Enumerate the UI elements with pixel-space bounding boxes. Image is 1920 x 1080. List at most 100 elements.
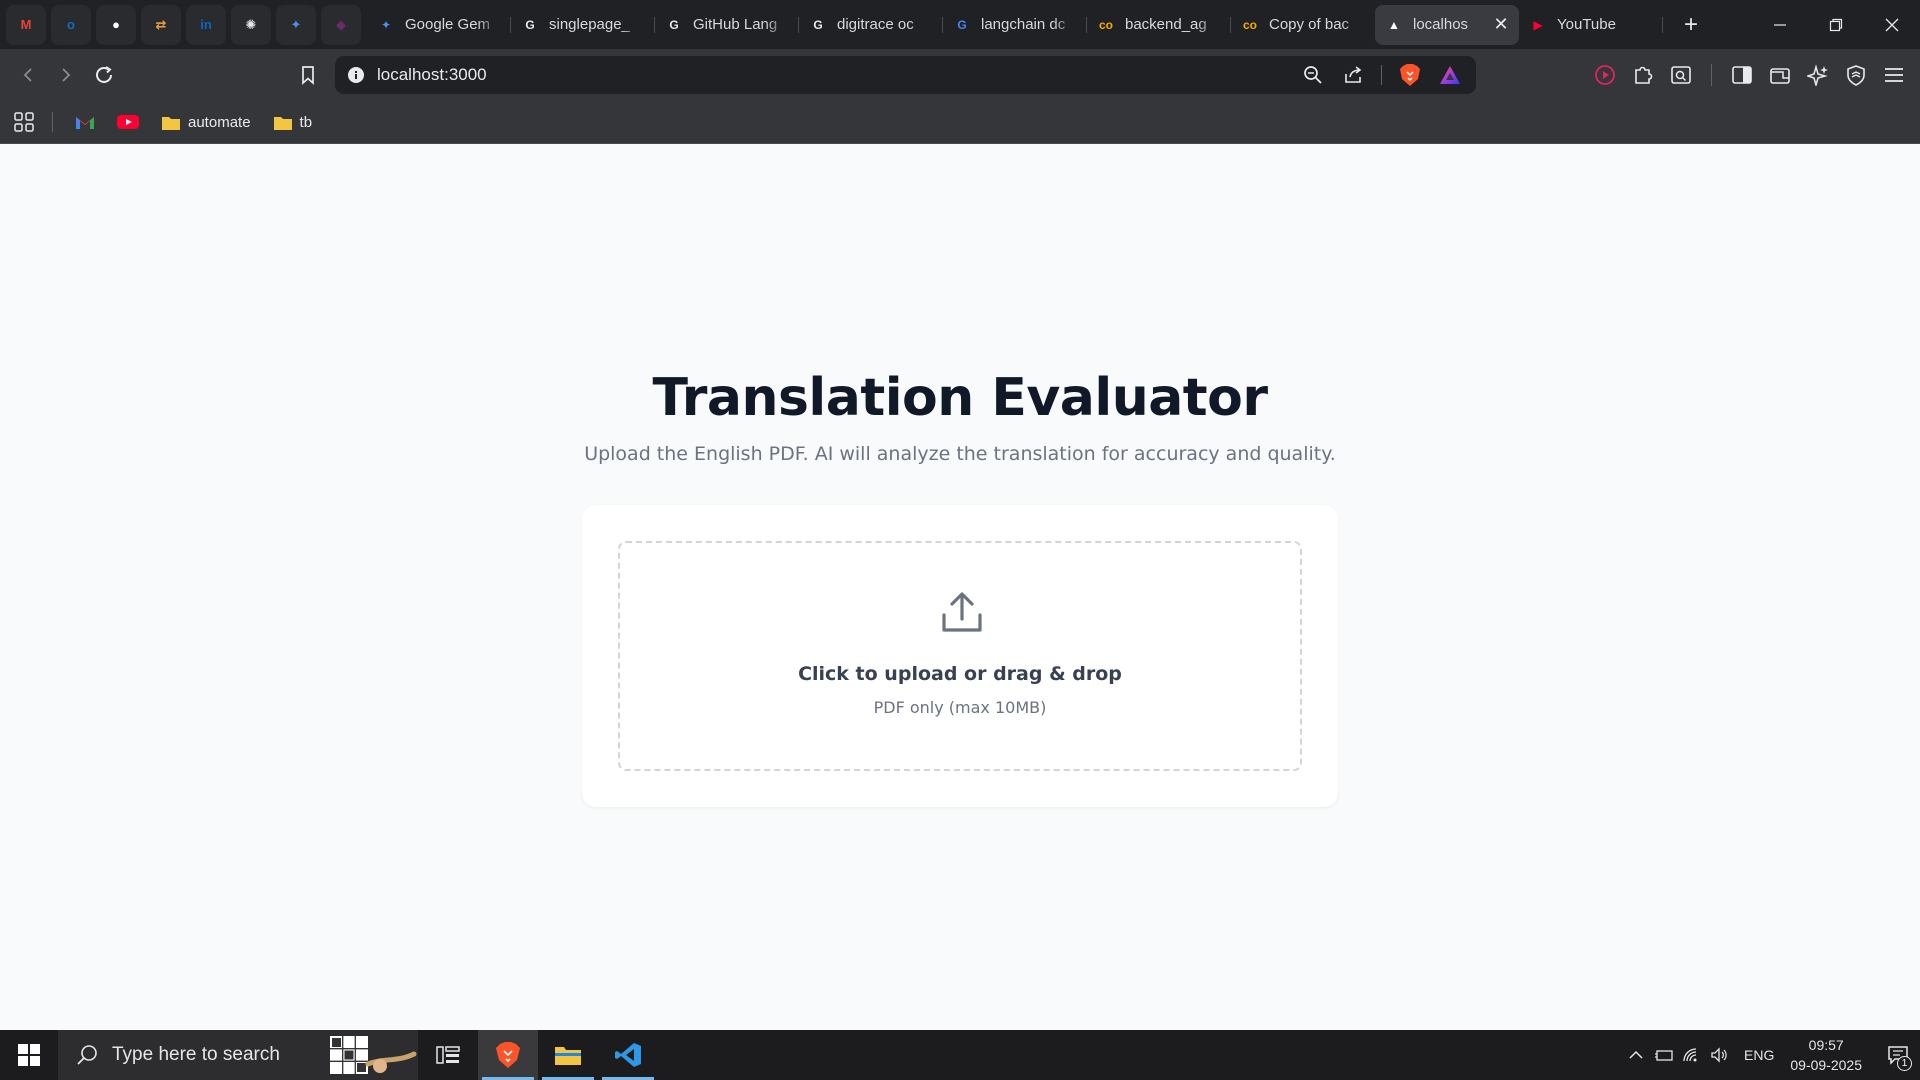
browser-tab[interactable]: co backend_ag xyxy=(1087,5,1231,45)
battery-plug-icon xyxy=(1655,1050,1673,1061)
swap-icon: ⇄ xyxy=(155,16,167,32)
browser-tab[interactable]: Gsinglepage_ xyxy=(511,5,655,45)
page-subtitle: Upload the English PDF. AI will analyze … xyxy=(584,443,1336,465)
browser-tab[interactable]: ✦ Google Gem xyxy=(367,5,511,45)
upload-icon xyxy=(942,592,982,632)
address-bar[interactable]: localhost:3000 xyxy=(335,56,1476,94)
pinned-tab[interactable]: in xyxy=(186,4,226,45)
sidebar-toggle-button[interactable] xyxy=(1730,63,1754,87)
reader-mode-button[interactable] xyxy=(1669,63,1693,87)
back-button[interactable] xyxy=(10,57,46,93)
battery-button[interactable] xyxy=(1650,1030,1678,1080)
bookmark-page-button[interactable] xyxy=(290,57,326,93)
folder-icon xyxy=(162,116,180,130)
colab-icon: co xyxy=(1242,17,1257,32)
share-button[interactable] xyxy=(1341,63,1365,87)
zoom-button[interactable] xyxy=(1301,63,1325,87)
minimize-icon xyxy=(1774,23,1786,26)
taskbar-clock[interactable]: 09:57 09-09-2025 xyxy=(1790,1035,1862,1075)
pdf-dropzone[interactable]: Click to upload or drag & drop PDF only … xyxy=(618,541,1302,771)
pinned-tab[interactable]: M xyxy=(6,4,46,45)
bookmark-youtube[interactable] xyxy=(111,110,145,134)
close-window-button[interactable] xyxy=(1864,0,1920,49)
network-button[interactable] xyxy=(1678,1030,1706,1080)
github-icon: ● xyxy=(112,17,120,32)
browser-tab[interactable]: Glangchain dc xyxy=(943,5,1087,45)
taskbar-brave[interactable] xyxy=(478,1030,538,1080)
outlook-icon: o xyxy=(67,17,75,32)
url-text[interactable]: localhost:3000 xyxy=(377,65,487,85)
taskbar-file-explorer[interactable] xyxy=(538,1030,598,1080)
volume-button[interactable] xyxy=(1706,1030,1734,1080)
youtube-icon xyxy=(117,115,139,129)
brave-lion-icon xyxy=(1400,64,1420,86)
reload-button[interactable] xyxy=(86,57,122,93)
vscode-icon xyxy=(615,1043,641,1067)
openai-icon: ✺ xyxy=(245,16,257,32)
task-view-icon xyxy=(436,1046,460,1064)
pinned-tab[interactable]: ◆ xyxy=(321,4,361,45)
start-button[interactable] xyxy=(0,1030,58,1080)
pinned-tab[interactable]: ✺ xyxy=(231,4,271,45)
reader-icon xyxy=(1671,66,1691,84)
browser-tab[interactable]: ▲ localhos ✕ xyxy=(1375,4,1519,45)
browser-tab[interactable]: G GitHub Lang xyxy=(655,5,799,45)
restore-button[interactable] xyxy=(1808,0,1864,49)
hamburger-icon xyxy=(1885,68,1903,82)
brave-shields-button[interactable] xyxy=(1398,63,1422,87)
notification-count: 1 xyxy=(1897,1056,1912,1071)
vpn-button[interactable] xyxy=(1844,63,1868,87)
linkedin-icon: in xyxy=(200,17,212,32)
close-tab-icon[interactable]: ✕ xyxy=(1493,14,1509,35)
sparkle-icon xyxy=(1807,64,1828,86)
gmail-icon xyxy=(76,117,94,129)
toolbar-extensions xyxy=(1593,49,1920,101)
tab-title: Copy of bac xyxy=(1269,16,1350,33)
brave-rewards-button[interactable] xyxy=(1438,63,1462,87)
wallet-button[interactable] xyxy=(1768,63,1792,87)
taskbar-vscode[interactable] xyxy=(598,1030,658,1080)
pinned-tab[interactable]: ● xyxy=(96,4,136,45)
dropzone-hint: PDF only (max 10MB) xyxy=(873,698,1047,717)
tab-title: GitHub Lang xyxy=(693,16,778,33)
folder-icon xyxy=(555,1047,581,1065)
menu-button[interactable] xyxy=(1882,63,1906,87)
omnibox-divider xyxy=(1381,65,1382,85)
task-view-button[interactable] xyxy=(418,1030,478,1080)
pinned-tab[interactable]: o xyxy=(51,4,91,45)
taskbar-search[interactable]: Type here to search xyxy=(58,1030,418,1080)
gemini-icon: ✦ xyxy=(380,17,392,32)
forward-button[interactable] xyxy=(48,57,84,93)
media-extension-button[interactable] xyxy=(1593,63,1617,87)
google-icon: G xyxy=(957,17,967,32)
window-controls xyxy=(1752,0,1920,49)
wallet-icon xyxy=(1770,68,1790,84)
bookmark-folder-automate[interactable]: automate xyxy=(155,110,257,135)
bookmark-label: automate xyxy=(188,113,251,131)
browser-tab[interactable]: ▶ YouTube xyxy=(1519,5,1663,45)
app-icon: ◆ xyxy=(336,16,346,32)
search-icon xyxy=(77,1045,97,1065)
new-tab-button[interactable]: + xyxy=(1671,5,1711,45)
notifications-button[interactable]: 1 xyxy=(1876,1030,1920,1080)
minimize-button[interactable] xyxy=(1752,0,1808,49)
leo-ai-button[interactable] xyxy=(1806,63,1830,87)
site-info-icon[interactable] xyxy=(347,66,365,84)
browser-tab[interactable]: co Copy of bac xyxy=(1231,5,1375,45)
bookmark-folder-tb[interactable]: tb xyxy=(267,110,319,135)
dropzone-label: Click to upload or drag & drop xyxy=(798,663,1122,685)
tab-title: langchain dc xyxy=(981,16,1066,33)
pinned-tab[interactable]: ⇄ xyxy=(141,4,181,45)
sidebar-icon xyxy=(1732,66,1752,84)
browser-toolbar: localhost:3000 xyxy=(0,49,1920,101)
youtube-icon: ▶ xyxy=(1533,17,1543,32)
browser-tab[interactable]: Gdigitrace oc xyxy=(799,5,943,45)
show-hidden-icons-button[interactable] xyxy=(1622,1030,1650,1080)
apps-button[interactable] xyxy=(12,110,36,134)
colab-icon: co xyxy=(1098,17,1113,32)
tab-title: localhos xyxy=(1413,16,1469,33)
bookmark-gmail[interactable] xyxy=(69,110,101,134)
input-language[interactable]: ENG xyxy=(1744,1047,1774,1063)
pinned-tab[interactable]: ✦ xyxy=(276,4,316,45)
extensions-button[interactable] xyxy=(1631,63,1655,87)
